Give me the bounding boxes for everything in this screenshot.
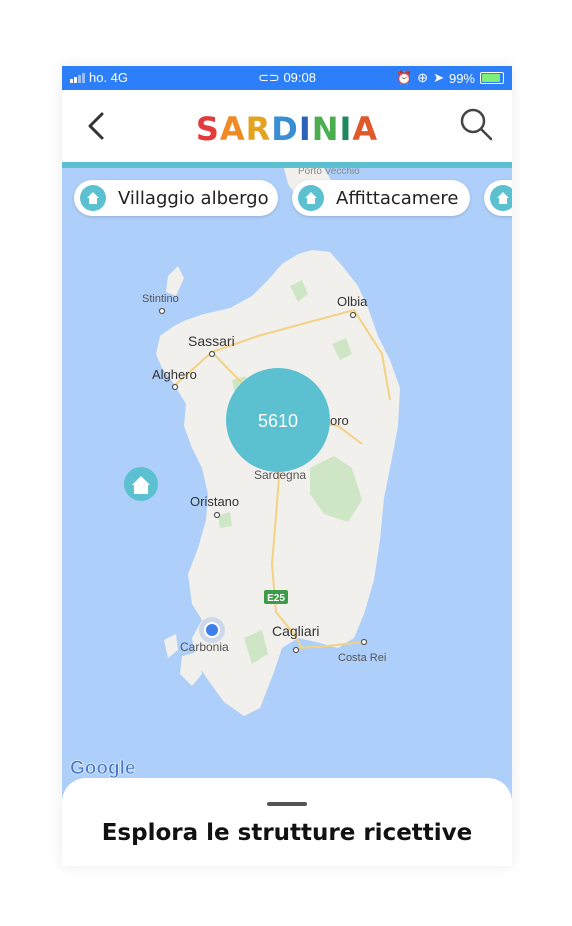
logo-letter: I — [298, 110, 312, 148]
logo-letter: D — [271, 110, 299, 148]
current-location-marker — [199, 617, 225, 643]
city-dot — [158, 307, 166, 315]
city-dot — [360, 638, 368, 646]
property-marker[interactable] — [124, 467, 158, 501]
map-label: Oristano — [190, 494, 239, 509]
rotation-lock-icon: ⊕ — [417, 70, 429, 85]
map-label: Olbia — [337, 294, 368, 309]
link-icon: ⊂⊃ — [258, 70, 280, 85]
map-label: oro — [330, 413, 349, 428]
location-arrow-icon: ➤ — [433, 70, 444, 85]
road-shield-label: E25 — [267, 593, 285, 604]
map-label: Sassari — [188, 333, 235, 349]
battery-icon — [480, 72, 504, 84]
cluster-count: 5610 — [258, 411, 298, 431]
app-header: SARDINIA — [62, 90, 512, 162]
battery-percent: 99% — [448, 70, 475, 86]
asinara-island — [166, 266, 184, 296]
filter-chip-label: Villaggio albergo — [118, 187, 269, 209]
map-view[interactable]: E25 Porto Vecchio Stintino Olbia Sassari… — [62, 168, 512, 808]
map-label: Stintino — [142, 293, 179, 305]
filter-chip-label: Affittacamere — [336, 187, 459, 209]
sheet-drag-handle[interactable] — [267, 802, 307, 806]
search-icon — [460, 108, 493, 141]
logo-letter: I — [339, 110, 353, 148]
cluster-marker[interactable]: 5610 — [226, 368, 330, 472]
search-button[interactable] — [458, 106, 494, 142]
sheet-title: Esplora le strutture ricettive — [101, 820, 473, 846]
app-screen: ho. 4G ⊂⊃ 09:08 ⏰ ⊕ ➤ 99% SARDINIA E25 P… — [62, 66, 512, 866]
home-icon — [490, 185, 512, 211]
san-pietro-island — [164, 634, 178, 658]
map-label: Carbonia — [180, 640, 229, 654]
city-dot — [292, 646, 300, 654]
status-bar: ho. 4G ⊂⊃ 09:08 ⏰ ⊕ ➤ 99% — [62, 66, 512, 90]
logo-letter: A — [219, 110, 246, 148]
alarm-icon: ⏰ — [395, 70, 413, 85]
city-dot — [349, 311, 357, 319]
map-canvas: E25 Porto Vecchio Stintino Olbia Sassari… — [70, 168, 400, 779]
filter-chip-next[interactable] — [484, 180, 512, 216]
city-dot — [208, 350, 216, 358]
home-icon — [298, 185, 324, 211]
bottom-sheet[interactable]: Esplora le strutture ricettive — [62, 778, 512, 866]
filter-chip-villaggio-albergo[interactable]: Villaggio albergo — [74, 180, 278, 216]
map-label: Costa Rei — [338, 652, 386, 664]
map-label: Alghero — [152, 367, 197, 382]
filter-chip-affittacamere[interactable]: Affittacamere — [292, 180, 470, 216]
sardinia-logo: SARDINIA — [62, 110, 512, 148]
map-label: Porto Vecchio — [298, 168, 360, 177]
status-time: 09:08 — [283, 70, 316, 85]
map-label: Cagliari — [272, 623, 319, 639]
logo-letter: S — [195, 110, 220, 148]
logo-letter: A — [352, 110, 379, 148]
google-logo: Google — [70, 758, 135, 779]
logo-letter: R — [245, 110, 272, 148]
logo-letter: N — [311, 110, 340, 148]
sant-antioco-island — [180, 652, 202, 686]
city-dot — [171, 383, 179, 391]
home-icon — [80, 185, 106, 211]
city-dot — [213, 511, 221, 519]
location-dot — [204, 622, 220, 638]
